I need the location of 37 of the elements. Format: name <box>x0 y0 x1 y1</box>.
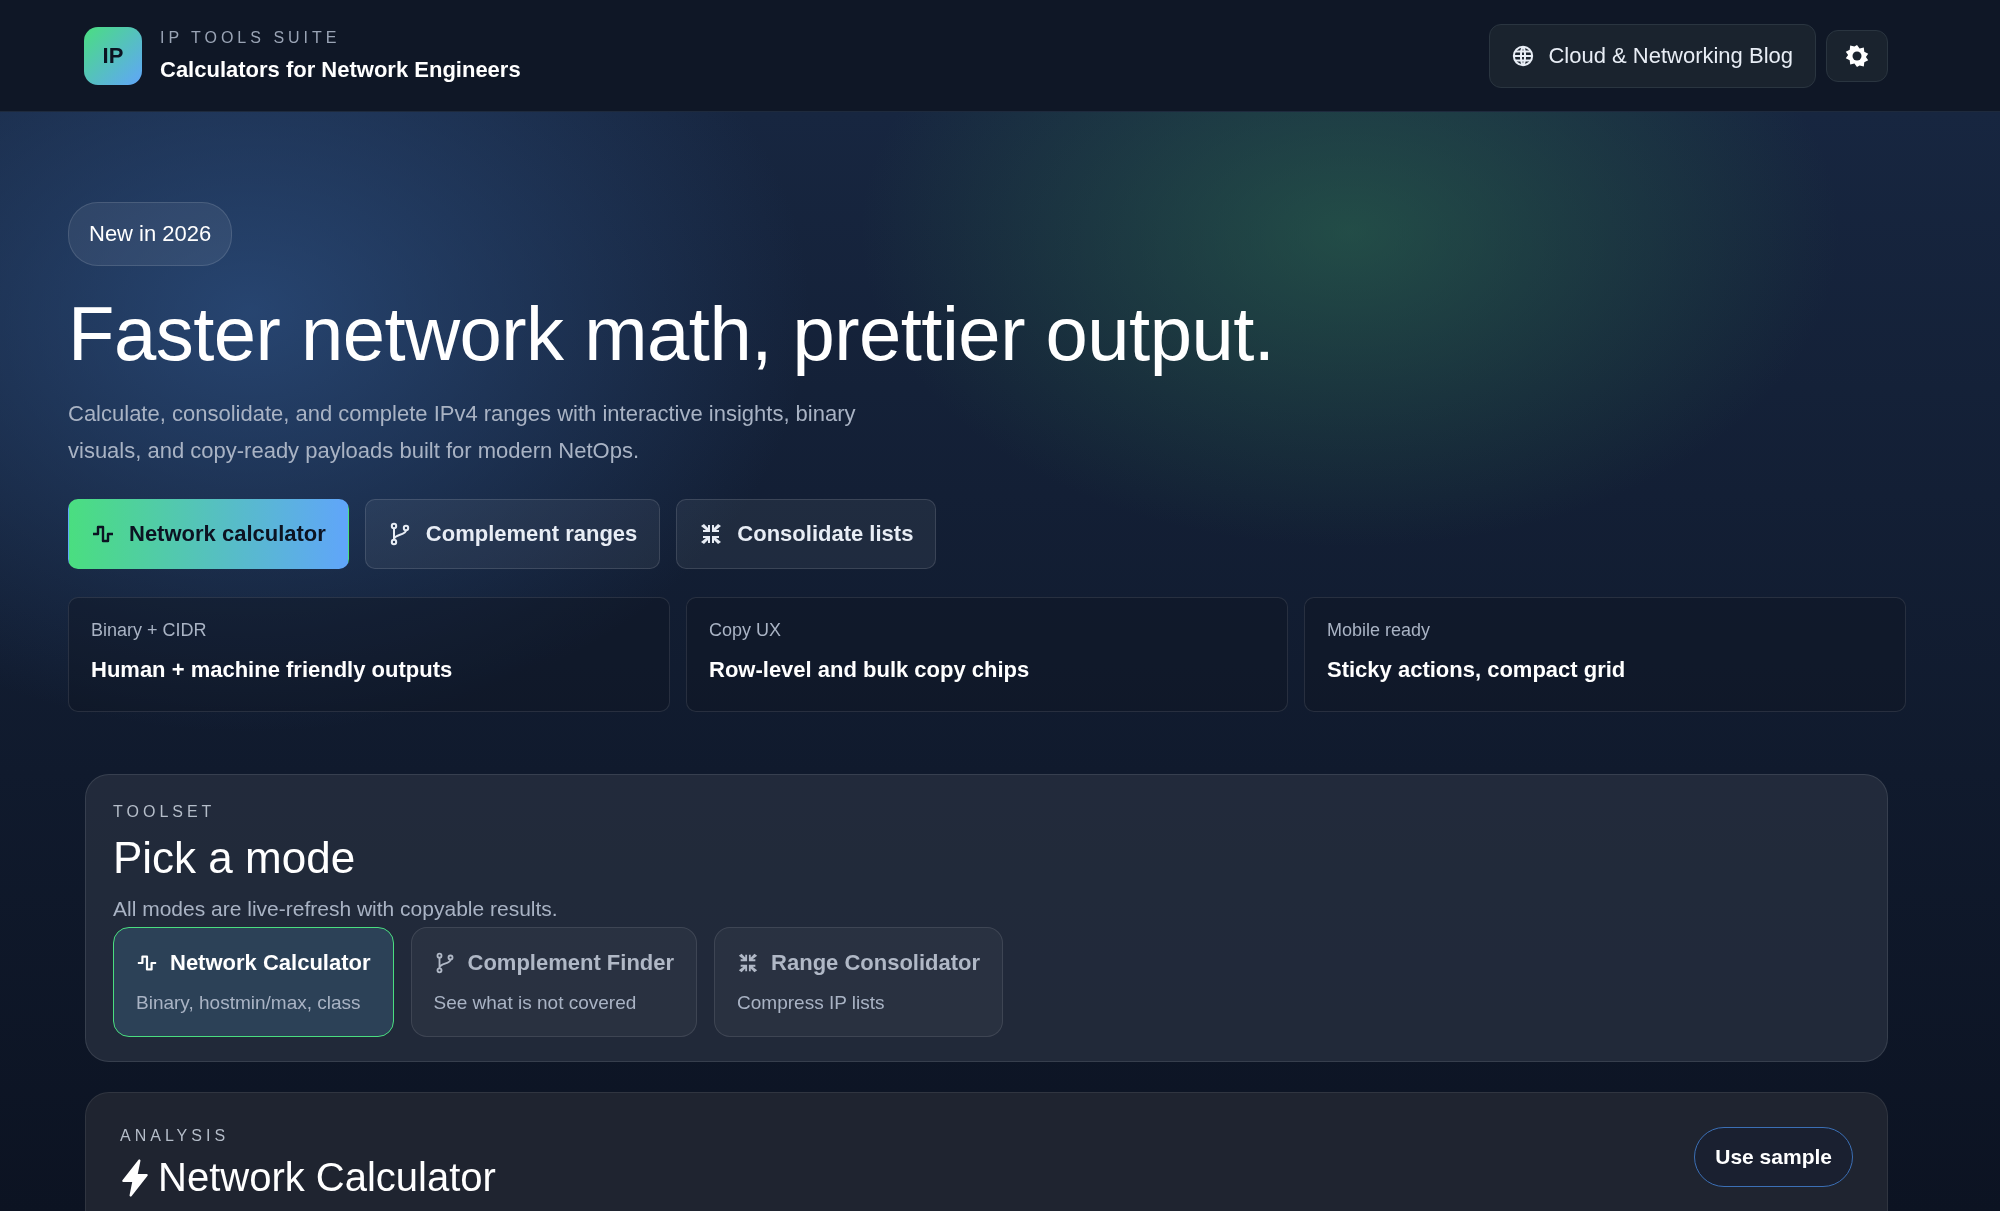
sun-icon <box>1845 43 1869 68</box>
pulse-icon <box>136 952 158 974</box>
hero-heading: Faster network math, prettier output. <box>68 290 1276 377</box>
section-title: Network Calculator <box>158 1155 496 1200</box>
lightning-icon <box>120 1158 150 1197</box>
mode-description: See what is not covered <box>433 992 638 1014</box>
theme-toggle[interactable] <box>1826 29 1888 82</box>
feature-title: Row-level and bulk copy chips <box>709 657 1031 683</box>
mode-description: Binary, hostmin/max, class <box>136 992 362 1014</box>
mode-description: Compress IP lists <box>737 992 886 1014</box>
hero-subtitle: Calculate, consolidate, and complete IPv4 ranges with interactive insights, binary visuals, and copy-ready payloads built for modern NetOps. <box>68 400 857 465</box>
section-subtitle: All modes are live-refresh with copyable results. <box>113 897 559 921</box>
feature-title: Human + machine friendly outputs <box>91 657 454 683</box>
action-button[interactable]: Network calculator <box>68 499 349 569</box>
mode-card[interactable]: Network Calculator Binary, hostmin/max, class <box>113 927 394 1037</box>
mode-card[interactable]: Range Consolidator Compress IP lists <box>714 927 1004 1037</box>
feature-caption: Copy UX <box>709 620 783 641</box>
mode-title: Complement Finder <box>467 950 675 976</box>
mode-title: Network Calculator <box>170 950 371 976</box>
new-badge: New in 2026 <box>68 202 233 266</box>
section-title: Pick a mode <box>113 833 357 883</box>
section-eyebrow: ANALYSIS <box>120 1127 231 1145</box>
action-button[interactable]: Complement ranges <box>364 499 661 569</box>
site-title: Calculators for Network Engineers <box>160 56 521 83</box>
mode-card[interactable]: Complement Finder See what is not covered <box>410 927 698 1037</box>
use-sample-button[interactable]: Use sample <box>1694 1127 1853 1187</box>
feature-title: Sticky actions, compact grid <box>1327 657 1627 683</box>
feature-caption: Mobile ready <box>1327 620 1432 641</box>
logo: IP <box>84 26 142 85</box>
section-eyebrow: TOOLSET <box>113 803 217 821</box>
eyebrow-label: IP TOOLS SUITE <box>160 28 342 47</box>
blog-link[interactable]: Cloud & Networking Blog <box>1489 23 1816 88</box>
feature-caption: Binary + CIDR <box>91 620 208 641</box>
action-button[interactable]: Consolidate lists <box>676 499 937 569</box>
compress-icon <box>737 952 760 974</box>
globe-icon <box>1512 44 1535 67</box>
mode-title: Range Consolidator <box>771 950 981 976</box>
